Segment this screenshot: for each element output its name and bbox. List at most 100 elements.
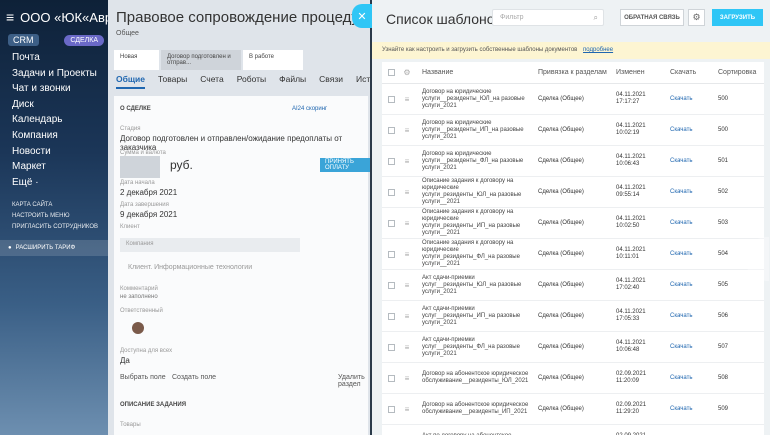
- row-menu-icon[interactable]: ≡: [400, 188, 414, 197]
- table-row[interactable]: ≡ Акт сдачи-приемки услуг__резиденты_ИП_н…: [382, 301, 764, 332]
- table-row[interactable]: ≡ Акт сдачи-приемки услуг__резиденты_ФЛ_н…: [382, 332, 764, 363]
- menu-item-calendar[interactable]: Календарь: [12, 112, 97, 128]
- row-menu-icon[interactable]: ≡: [400, 312, 414, 321]
- stage-in-work[interactable]: В работе: [243, 50, 303, 70]
- template-name[interactable]: Договор на абонентское юридическое обслу…: [414, 402, 532, 416]
- deal-badge[interactable]: СДЕЛКА: [64, 34, 104, 46]
- download-link[interactable]: Скачать: [670, 282, 718, 288]
- menu-item-company[interactable]: Компания: [12, 128, 97, 144]
- table-row[interactable]: ≡ Описание задания к договору на юридичес…: [382, 208, 764, 239]
- template-name[interactable]: Акт сдачи-приемки услуг__резиденты_ИП_на…: [414, 306, 532, 327]
- menu-item-chat[interactable]: Чат и звонки: [12, 81, 97, 97]
- row-menu-icon[interactable]: ≡: [400, 374, 414, 383]
- tab-links[interactable]: Связи: [319, 74, 343, 89]
- download-link[interactable]: Скачать: [670, 344, 718, 350]
- download-link[interactable]: Скачать: [670, 158, 718, 164]
- col-binding-header[interactable]: Привязка к разделам: [532, 69, 616, 76]
- row-menu-icon[interactable]: ≡: [400, 250, 414, 259]
- notice-more-link[interactable]: подробнее: [583, 47, 613, 53]
- template-name[interactable]: Договор на юридические услуги__резиденты…: [414, 89, 532, 110]
- download-link[interactable]: Скачать: [670, 406, 718, 412]
- row-checkbox[interactable]: [382, 126, 400, 134]
- col-download-header[interactable]: Скачать: [670, 69, 718, 76]
- tab-robots[interactable]: Роботы: [237, 74, 266, 89]
- link-configure-menu[interactable]: Настроить меню: [12, 211, 98, 222]
- upgrade-button[interactable]: ● Расширить тариф: [0, 240, 108, 256]
- tab-history[interactable]: История: [356, 74, 370, 89]
- row-menu-icon[interactable]: ≡: [400, 405, 414, 414]
- row-checkbox[interactable]: [382, 250, 400, 258]
- tab-files[interactable]: Файлы: [279, 74, 306, 89]
- tab-invoices[interactable]: Счета: [200, 74, 223, 89]
- template-name[interactable]: Описание задания к договору на юридическ…: [414, 209, 532, 237]
- row-checkbox[interactable]: [382, 405, 400, 413]
- feedback-button[interactable]: ОБРАТНАЯ СВЯЗЬ: [620, 9, 684, 26]
- menu-item-more[interactable]: Ещё ·: [12, 175, 97, 191]
- template-name[interactable]: Договор на юридические услуги__резиденты…: [414, 151, 532, 172]
- ai-scoring[interactable]: AI24 скоринг: [292, 106, 327, 112]
- menu-item-market[interactable]: Маркет: [12, 159, 97, 175]
- col-name-header[interactable]: Название: [414, 69, 532, 76]
- table-row[interactable]: ≡ Описание задания к договору на юридичес…: [382, 239, 764, 270]
- row-checkbox[interactable]: [382, 374, 400, 382]
- filter-input[interactable]: Фильтр ⌕: [492, 9, 604, 26]
- template-name[interactable]: Акт сдачи-приемки услуг__резиденты_ФЛ_на…: [414, 337, 532, 358]
- template-name[interactable]: Акт сдачи-приемки услуг__резиденты_ЮЛ_на…: [414, 275, 532, 296]
- search-icon[interactable]: ⌕: [594, 13, 598, 23]
- download-link[interactable]: Скачать: [670, 251, 718, 257]
- table-row[interactable]: ≡ Акт сдачи-приемки услуг__резиденты_ЮЛ_н…: [382, 270, 764, 301]
- page-subtitle[interactable]: Общее: [116, 30, 139, 37]
- select-field-link[interactable]: Выбрать поле: [120, 374, 166, 381]
- menu-item-news[interactable]: Новости: [12, 144, 97, 160]
- row-checkbox[interactable]: [382, 188, 400, 196]
- row-checkbox[interactable]: [382, 95, 400, 103]
- row-checkbox[interactable]: [382, 157, 400, 165]
- row-menu-icon[interactable]: ≡: [400, 343, 414, 352]
- table-row[interactable]: ≡ Договор на абонентское юридическое обсл…: [382, 363, 764, 394]
- download-link[interactable]: Скачать: [670, 220, 718, 226]
- stage-contract[interactable]: Договор подготовлен и отправ...: [161, 50, 241, 70]
- row-menu-icon[interactable]: ≡: [400, 281, 414, 290]
- create-field-link[interactable]: Создать поле: [172, 374, 216, 381]
- close-panel-button[interactable]: ✕: [352, 4, 372, 28]
- download-link[interactable]: Скачать: [670, 96, 718, 102]
- row-menu-icon[interactable]: ≡: [400, 95, 414, 104]
- template-name[interactable]: Описание задания к договору на юридическ…: [414, 178, 532, 206]
- column-settings-icon[interactable]: ⚙: [400, 68, 414, 77]
- row-checkbox[interactable]: [382, 219, 400, 227]
- row-checkbox[interactable]: [382, 281, 400, 289]
- download-link[interactable]: Скачать: [670, 313, 718, 319]
- avatar[interactable]: [132, 322, 144, 334]
- client-company[interactable]: Клиент. Информационные технологии: [128, 264, 252, 271]
- download-link[interactable]: Скачать: [670, 189, 718, 195]
- link-invite[interactable]: Пригласить сотрудников: [12, 222, 98, 233]
- template-name[interactable]: Описание задания к договору на юридическ…: [414, 240, 532, 268]
- table-row[interactable]: ≡ Договор на юридические услуги__резидент…: [382, 84, 764, 115]
- menu-item-tasks[interactable]: Задачи и Проекты: [12, 66, 97, 82]
- stage-new[interactable]: Новая: [114, 50, 159, 70]
- row-checkbox[interactable]: [382, 343, 400, 351]
- menu-icon[interactable]: ≡: [6, 9, 14, 25]
- delete-section-link[interactable]: Удалить раздел: [338, 374, 368, 388]
- download-link[interactable]: Скачать: [670, 375, 718, 381]
- template-name[interactable]: Договор на юридические услуги__резиденты…: [414, 120, 532, 141]
- link-sitemap[interactable]: Карта сайта: [12, 200, 98, 211]
- menu-item-disk[interactable]: Диск: [12, 97, 97, 113]
- template-name[interactable]: Договор на абонентское юридическое обслу…: [414, 371, 532, 385]
- col-changed-header[interactable]: Изменен: [616, 69, 670, 76]
- row-checkbox[interactable]: [382, 312, 400, 320]
- accept-payment-button[interactable]: ПРИНЯТЬ ОПЛАТУ: [320, 158, 370, 172]
- menu-item-mail[interactable]: Почта: [12, 50, 97, 66]
- table-row[interactable]: ≡ Договор на абонентское юридическое обсл…: [382, 394, 764, 425]
- row-menu-icon[interactable]: ≡: [400, 157, 414, 166]
- table-row[interactable]: ≡ Договор на юридические услуги__резидент…: [382, 115, 764, 146]
- crm-badge[interactable]: CRM: [8, 34, 39, 46]
- table-row[interactable]: ≡ Договор на юридические услуги__резидент…: [382, 146, 764, 177]
- row-menu-icon[interactable]: ≡: [400, 126, 414, 135]
- table-row[interactable]: ≡Акт по договору на абонентское юридичес…: [382, 425, 764, 435]
- row-menu-icon[interactable]: ≡: [400, 219, 414, 228]
- upload-button[interactable]: ЗАГРУЗИТЬ: [712, 9, 763, 26]
- tab-goods[interactable]: Товары: [158, 74, 187, 89]
- select-all-checkbox[interactable]: [382, 69, 400, 76]
- download-link[interactable]: Скачать: [670, 127, 718, 133]
